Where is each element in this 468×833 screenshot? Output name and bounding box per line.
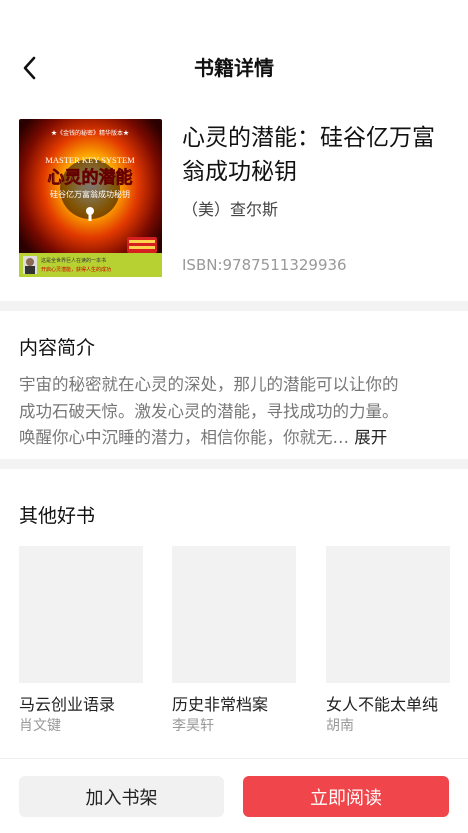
cover-footer-line2: 开启心灵潜能，获得人生的成功 <box>41 266 111 273</box>
cover-subtitle: 硅谷亿万富翁成功秘钥 <box>50 189 130 199</box>
other-books-heading: 其他好书 <box>19 505 96 527</box>
book-card[interactable]: 历史非常档案 李昊轩 <box>172 546 296 735</box>
intro-heading: 内容简介 <box>19 337 96 359</box>
book-card[interactable]: 女人不能太单纯 胡南 <box>326 546 450 735</box>
book-card-author: 李昊轩 <box>172 718 214 734</box>
section-divider <box>0 301 468 311</box>
book-cover-art: ★《金钱的秘密》精华版本★ MASTER KEY SYSTEM 心灵的潜能 硅谷… <box>19 119 162 277</box>
book-author: （美）查尔斯 <box>182 200 279 219</box>
expand-link[interactable]: 展开 <box>354 428 387 447</box>
book-info: ★《金钱的秘密》精华版本★ MASTER KEY SYSTEM 心灵的潜能 硅谷… <box>0 119 468 289</box>
book-isbn: ISBN:9787511329936 <box>182 256 347 274</box>
cover-series-text: ★《金钱的秘密》精华版本★ <box>51 129 129 137</box>
book-cover[interactable]: ★《金钱的秘密》精华版本★ MASTER KEY SYSTEM 心灵的潜能 硅谷… <box>19 119 162 277</box>
book-thumbnail <box>19 546 143 683</box>
page-title: 书籍详情 <box>194 56 274 80</box>
app-header: 书籍详情 <box>0 0 468 136</box>
bottom-action-bar: 加入书架 立即阅读 <box>0 758 468 833</box>
cover-footer-line1: 这是全世界巨人在读的一本书 <box>41 257 106 264</box>
add-to-shelf-button[interactable]: 加入书架 <box>19 776 224 817</box>
book-card-title: 历史非常档案 <box>172 695 269 714</box>
other-books-list: 马云创业语录 肖文键 历史非常档案 李昊轩 女人不能太单纯 胡南 <box>19 546 468 746</box>
intro-line: 唤醒你心中沉睡的潜力，相信你能，你就无… 展开 <box>19 425 451 452</box>
intro-text: 宇宙的秘密就在心灵的深处，那儿的潜能可以让你的 成功石破天惊。激发心灵的潜能，寻… <box>19 372 451 452</box>
book-card[interactable]: 马云创业语录 肖文键 <box>19 546 143 735</box>
intro-line-text: 唤醒你心中沉睡的潜力，相信你能，你就无… <box>19 428 349 447</box>
book-title: 心灵的潜能：硅谷亿万富翁成功秘钥 <box>182 125 435 185</box>
section-divider <box>0 459 468 469</box>
intro-line: 成功石破天惊。激发心灵的潜能，寻找成功的力量。 <box>19 401 399 421</box>
cover-english-title: MASTER KEY SYSTEM <box>45 155 135 165</box>
book-thumbnail <box>326 546 450 683</box>
read-now-button[interactable]: 立即阅读 <box>243 776 449 817</box>
intro-line: 宇宙的秘密就在心灵的深处，那儿的潜能可以让你的 <box>19 375 399 394</box>
book-card-title: 女人不能太单纯 <box>326 695 439 714</box>
book-card-title: 马云创业语录 <box>19 695 116 714</box>
cover-chinese-title: 心灵的潜能 <box>48 167 133 188</box>
book-thumbnail <box>172 546 296 683</box>
book-card-author: 胡南 <box>326 718 354 734</box>
book-card-author: 肖文键 <box>19 718 61 734</box>
